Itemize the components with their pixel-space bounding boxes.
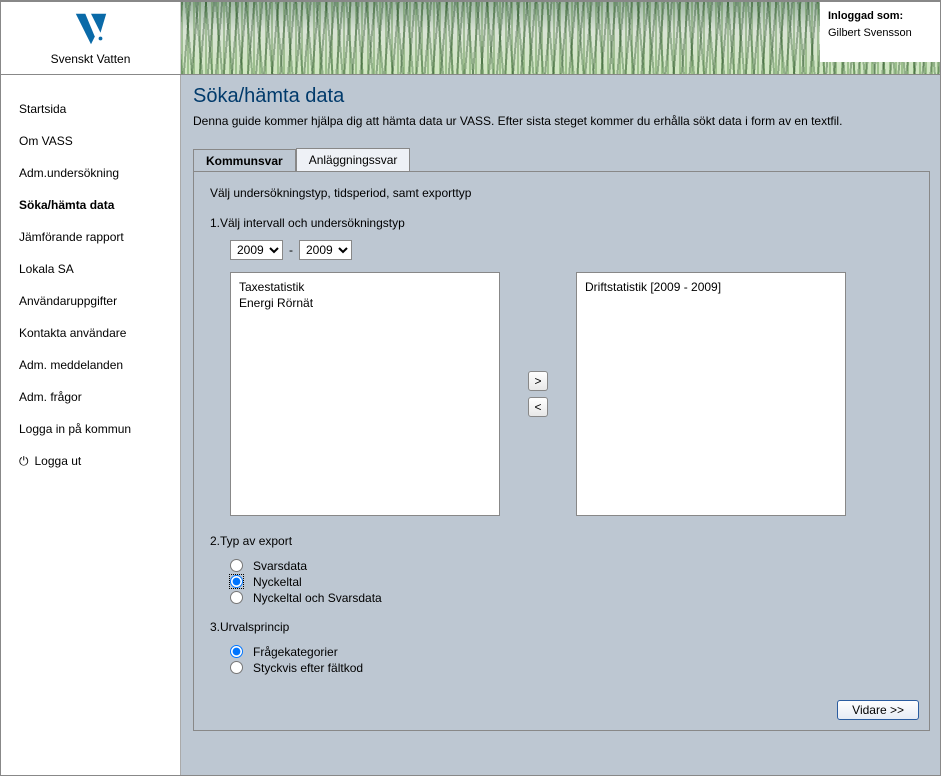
urval-radio-styckvis[interactable] [230,661,243,674]
sidebar-item-startsida[interactable]: Startsida [1,93,180,125]
year-from-select[interactable]: 2009 [230,240,283,260]
sidebar-item-lokala-sa[interactable]: Lokala SA [1,253,180,285]
move-left-button[interactable]: < [528,397,548,417]
sidebar-item-logga-in-pa-kommun[interactable]: Logga in på kommun [1,413,180,445]
header-banner: Inloggad som: Gilbert Svensson [181,2,940,74]
step1-label: 1.Välj intervall och undersökningstyp [210,216,913,230]
export-option-svarsdata[interactable]: Svarsdata [230,558,913,574]
sidebar-item-adm-meddelanden[interactable]: Adm. meddelanden [1,349,180,381]
page-description: Denna guide kommer hjälpa dig att hämta … [193,114,930,130]
list-item[interactable]: Energi Rörnät [239,295,491,311]
export-radio-nyckeltal-svarsdata[interactable] [230,591,243,604]
urval-option-styckvis[interactable]: Styckvis efter fältkod [230,660,913,676]
tab-kommunsvar[interactable]: Kommunsvar [193,149,296,172]
sidebar-item-adm-fragor[interactable]: Adm. frågor [1,381,180,413]
tab-anlaggningssvar[interactable]: Anläggningssvar [296,148,411,171]
sidebar-item-anvandaruppgifter[interactable]: Användaruppgifter [1,285,180,317]
svenskt-vatten-logo-icon [72,10,110,48]
list-item[interactable]: Taxestatistik [239,279,491,295]
available-surveys-listbox[interactable]: Taxestatistik Energi Rörnät [230,272,500,516]
move-right-button[interactable]: > [528,371,548,391]
year-to-select[interactable]: 2009 [299,240,352,260]
urval-option-fragekategorier[interactable]: Frågekategorier [230,644,913,660]
selected-surveys-listbox[interactable]: Driftstatistik [2009 - 2009] [576,272,846,516]
page-title: Söka/hämta data [193,85,930,108]
step3-label: 3.Urvalsprincip [210,620,913,634]
login-label: Inloggad som: [828,8,926,25]
brand-logo: Svenskt Vatten [1,2,181,74]
export-option-nyckeltal[interactable]: Nyckeltal [230,574,913,590]
next-button[interactable]: Vidare >> [837,700,919,720]
step2-label: 2.Typ av export [210,534,913,548]
tab-bar: Kommunsvar Anläggningssvar [193,148,930,171]
sidebar-item-om-vass[interactable]: Om VASS [1,125,180,157]
urval-radio-fragekategorier[interactable] [230,645,243,658]
brand-name: Svenskt Vatten [51,52,131,66]
year-separator: - [289,243,293,257]
section-title: Välj undersökningstyp, tidsperiod, samt … [210,186,913,200]
export-radio-svarsdata[interactable] [230,559,243,572]
export-option-nyckeltal-svarsdata[interactable]: Nyckeltal och Svarsdata [230,590,913,606]
sidebar-item-logga-ut[interactable]: Logga ut [1,445,180,478]
sidebar-item-soka-hamta-data[interactable]: Söka/hämta data [1,189,180,221]
sidebar-item-jamforande-rapport[interactable]: Jämförande rapport [1,221,180,253]
sidebar-item-adm-undersokning[interactable]: Adm.undersökning [1,157,180,189]
login-user: Gilbert Svensson [828,25,926,42]
sidebar-item-kontakta-anvandare[interactable]: Kontakta användare [1,317,180,349]
wizard-panel: Välj undersökningstyp, tidsperiod, samt … [193,171,930,731]
export-radio-nyckeltal[interactable] [230,575,243,588]
login-info: Inloggad som: Gilbert Svensson [820,2,940,62]
list-item[interactable]: Driftstatistik [2009 - 2009] [585,279,837,295]
sidebar: Startsida Om VASS Adm.undersökning Söka/… [1,75,181,775]
